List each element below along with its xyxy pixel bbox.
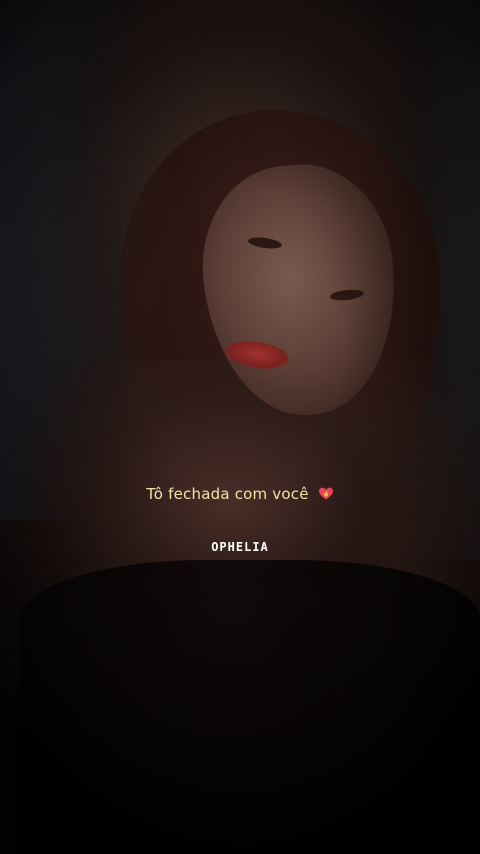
flaming-heart-icon xyxy=(318,485,334,501)
vignette xyxy=(0,0,480,854)
caption-line: Tô fechada com você xyxy=(0,485,480,503)
caption-text: Tô fechada com você xyxy=(146,485,309,503)
photo-frame: Tô fechada com você OPHELIA xyxy=(0,0,480,854)
watermark-text: OPHELIA xyxy=(211,540,269,554)
